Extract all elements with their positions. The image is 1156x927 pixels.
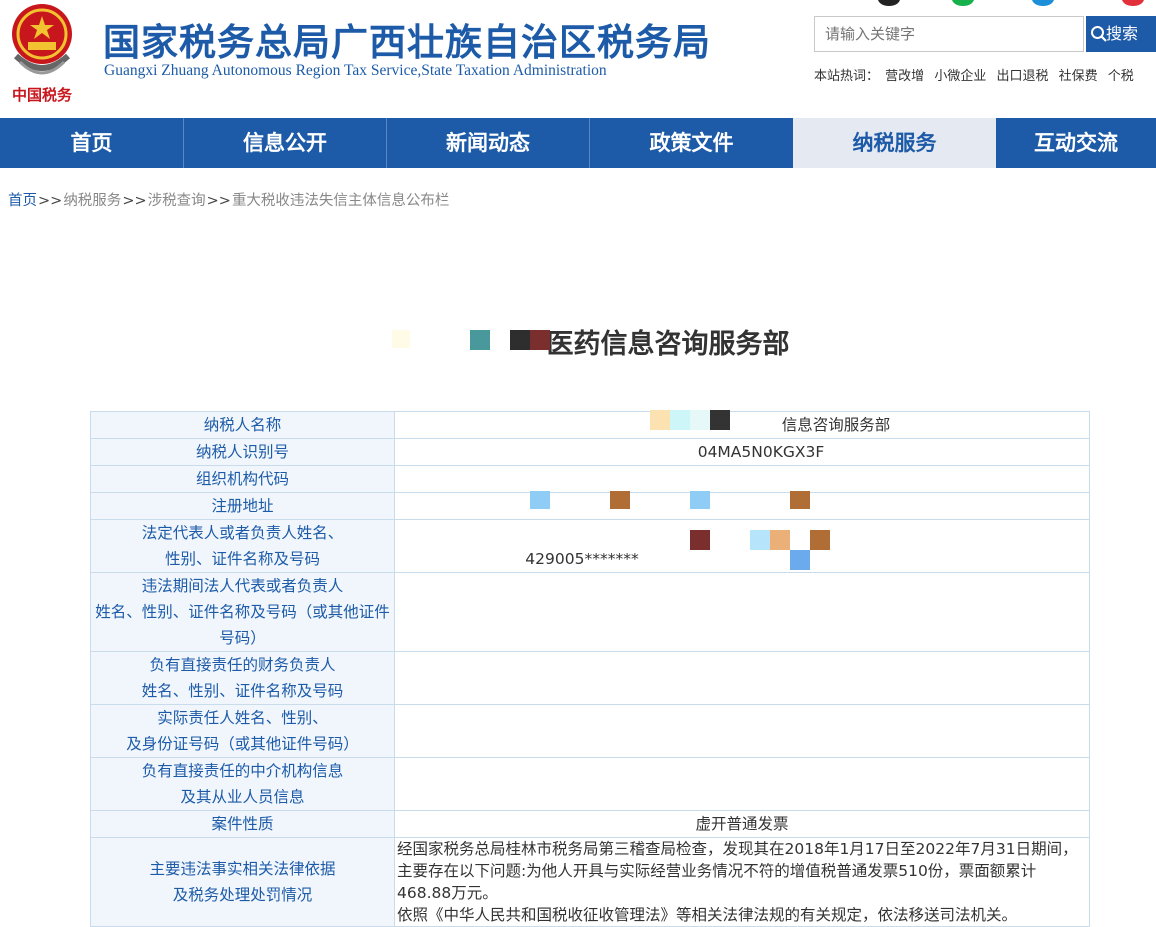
row-label: 负有直接责任的中介机构信息 及其从业人员信息 — [90, 757, 395, 811]
hot-word-link[interactable]: 出口退税 — [996, 69, 1048, 84]
table-row: 注册地址 — [90, 492, 1090, 520]
row-label: 违法期间法人代表或者负责人 姓名、性别、证件名称及号码（或其他证件号码） — [90, 572, 395, 652]
main-nav: 首页 信息公开 新闻动态 政策文件 纳税服务 互动交流 — [0, 118, 1156, 168]
row-value: 429005******* — [394, 519, 1090, 573]
row-label: 纳税人识别号 — [90, 438, 395, 466]
nav-item-interaction[interactable]: 互动交流 — [996, 118, 1156, 168]
redaction-block — [530, 330, 550, 350]
breadcrumb-tax-service[interactable]: 纳税服务 — [63, 193, 121, 209]
row-value: 经国家税务总局桂林市税务局第三稽查局检查，发现其在2018年1月17日至2022… — [394, 837, 1090, 927]
site-header: 中国税务 国家税务总局广西壮族自治区税务局 Guangxi Zhuang Aut… — [0, 0, 1156, 118]
tax-violation-info-table: 纳税人名称 信息咨询服务部 纳税人识别号 04MA5N0KGX3F 组织机构代码… — [90, 411, 1090, 927]
row-label: 法定代表人或者负责人姓名、 性别、证件名称及号码 — [90, 519, 395, 573]
table-row: 负有直接责任的财务负责人 姓名、性别、证件名称及号码 — [90, 651, 1090, 705]
social-icon-2[interactable] — [952, 0, 974, 6]
redaction-block — [790, 550, 810, 570]
page-title-wrap: 医药信息咨询服务部 — [0, 322, 1156, 361]
row-value: 04MA5N0KGX3F — [394, 438, 1090, 466]
breadcrumb-tax-query[interactable]: 涉税查询 — [148, 193, 206, 209]
table-row: 实际责任人姓名、性别、 及身份证号码（或其他证件号码） — [90, 704, 1090, 758]
hot-word-link[interactable]: 个税 — [1108, 69, 1134, 84]
nav-item-info-disclosure[interactable]: 信息公开 — [184, 118, 387, 168]
social-icon-3[interactable] — [1032, 0, 1054, 6]
redaction-block — [690, 491, 710, 509]
nav-item-policy[interactable]: 政策文件 — [590, 118, 793, 168]
redaction-block — [510, 330, 530, 350]
page-title: 医药信息咨询服务部 — [546, 329, 790, 360]
hot-word-link[interactable]: 社保费 — [1059, 69, 1098, 84]
tax-emblem-logo[interactable]: 中国税务 — [2, 0, 82, 108]
redaction-block — [730, 415, 744, 429]
nav-item-news[interactable]: 新闻动态 — [387, 118, 590, 168]
table-row: 法定代表人或者负责人姓名、 性别、证件名称及号码 429005******* — [90, 519, 1090, 573]
nav-item-tax-service[interactable]: 纳税服务 — [793, 118, 996, 168]
table-row: 组织机构代码 — [90, 465, 1090, 493]
redaction-block — [710, 410, 730, 430]
search-button[interactable]: 搜索 — [1086, 16, 1156, 52]
search-input[interactable] — [814, 16, 1084, 52]
site-title-cn[interactable]: 国家税务总局广西壮族自治区税务局 — [103, 12, 711, 66]
redaction-block — [530, 491, 550, 509]
hot-words-label: 本站热词： — [814, 69, 880, 84]
row-value: 虚开普通发票 — [394, 810, 1090, 838]
redaction-block — [392, 330, 410, 348]
table-row: 违法期间法人代表或者负责人 姓名、性别、证件名称及号码（或其他证件号码） — [90, 572, 1090, 652]
table-row: 案件性质 虚开普通发票 — [90, 810, 1090, 838]
table-row: 纳税人识别号 04MA5N0KGX3F — [90, 438, 1090, 466]
row-label: 注册地址 — [90, 492, 395, 520]
search-button-label: 搜索 — [1106, 24, 1139, 43]
redaction-block — [810, 530, 830, 550]
row-value — [394, 757, 1090, 811]
redaction-block — [750, 530, 770, 550]
breadcrumb-current[interactable]: 重大税收违法失信主体信息公布栏 — [232, 193, 450, 209]
row-label: 组织机构代码 — [90, 465, 395, 493]
breadcrumb-home[interactable]: 首页 — [8, 193, 37, 209]
redaction-block — [690, 530, 710, 550]
redaction-block — [650, 410, 670, 430]
row-label: 实际责任人姓名、性别、 及身份证号码（或其他证件号码） — [90, 704, 395, 758]
breadcrumb-separator: >> — [122, 193, 147, 209]
row-value — [394, 492, 1090, 520]
social-icon-4[interactable] — [1122, 0, 1144, 6]
row-value — [394, 465, 1090, 493]
social-icon-1[interactable] — [878, 0, 900, 6]
hot-word-link[interactable]: 小微企业 — [934, 69, 986, 84]
row-label: 主要违法事实相关法律依据 及税务处理处罚情况 — [90, 837, 395, 927]
row-label: 纳税人名称 — [90, 411, 395, 439]
redaction-block — [770, 530, 790, 550]
row-value — [394, 704, 1090, 758]
table-row: 纳税人名称 信息咨询服务部 — [90, 411, 1090, 439]
redaction-block — [648, 443, 674, 463]
redaction-block — [610, 491, 630, 509]
redaction-block — [670, 410, 690, 430]
row-value — [394, 651, 1090, 705]
redaction-block — [790, 491, 810, 509]
hot-words: 本站热词： 营改增 小微企业 出口退税 社保费 个税 — [814, 65, 1140, 84]
nav-item-home[interactable]: 首页 — [0, 118, 184, 168]
breadcrumb-separator: >> — [206, 193, 231, 209]
row-value — [394, 572, 1090, 652]
row-label: 负有直接责任的财务负责人 姓名、性别、证件名称及号码 — [90, 651, 395, 705]
top-social-icons — [870, 0, 1150, 6]
breadcrumb: 首页>>纳税服务>>涉税查询>>重大税收违法失信主体信息公布栏 — [8, 189, 449, 210]
breadcrumb-separator: >> — [38, 193, 63, 209]
hot-word-link[interactable]: 营改增 — [885, 69, 924, 84]
table-row: 负有直接责任的中介机构信息 及其从业人员信息 — [90, 757, 1090, 811]
emblem-text: 中国税务 — [12, 86, 73, 104]
redaction-block — [470, 330, 490, 350]
row-label: 案件性质 — [90, 810, 395, 838]
table-row: 主要违法事实相关法律依据 及税务处理处罚情况 经国家税务总局桂林市税务局第三稽查… — [90, 837, 1090, 927]
redaction-block — [690, 410, 710, 430]
search-icon — [1091, 26, 1107, 42]
site-title-en: Guangxi Zhuang Autonomous Region Tax Ser… — [104, 62, 607, 79]
